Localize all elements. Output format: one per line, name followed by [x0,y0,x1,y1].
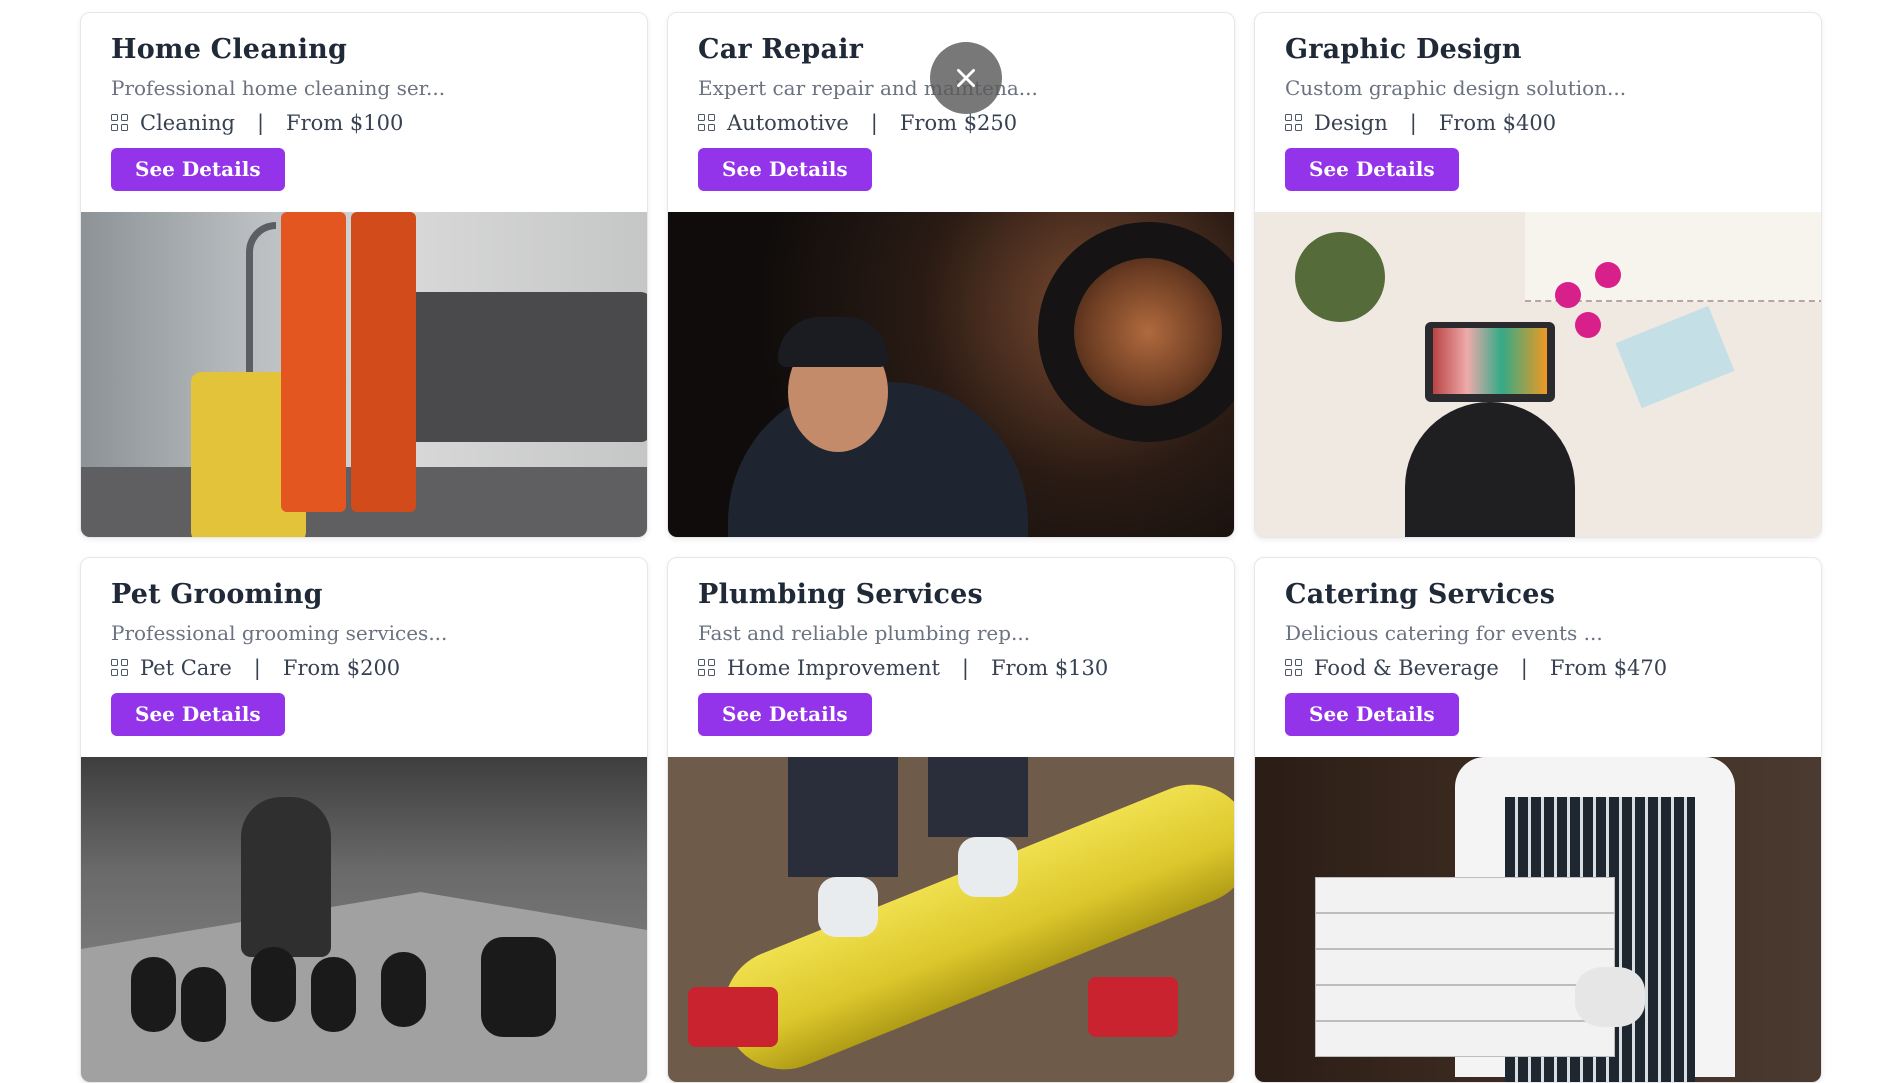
card-description: Custom graphic design solution... [1285,76,1627,100]
card-description: Professional grooming services... [111,621,448,645]
card-title: Catering Services [1285,579,1556,610]
card-body: Pet Grooming Professional grooming servi… [81,558,647,757]
meta-separator: | [256,111,265,135]
meta-separator: | [1409,111,1417,135]
card-description: Professional home cleaning ser... [111,76,446,100]
card-body: Plumbing Services Fast and reliable plum… [668,558,1234,757]
close-icon-glyph [957,69,975,87]
card-price: From $200 [282,656,401,680]
see-details-button[interactable]: See Details [111,693,285,736]
card-category: Home Improvement [727,656,940,680]
grid-icon [1285,114,1303,132]
card-body: Graphic Design Custom graphic design sol… [1255,13,1821,212]
card-price: From $400 [1438,111,1557,135]
close-icon[interactable] [930,42,1002,114]
card-title: Pet Grooming [111,579,323,610]
service-photo [1255,757,1821,1082]
service-photo [81,212,647,537]
grid-icon [1285,659,1303,677]
see-details-button[interactable]: See Details [1285,693,1459,736]
see-details-button[interactable]: See Details [1285,148,1459,191]
service-photo [668,757,1234,1082]
card-price: From $250 [899,111,1018,135]
card-meta: Automotive | From $250 [698,110,1204,136]
card-meta: Design | From $400 [1285,110,1791,136]
card-title: Graphic Design [1285,34,1522,65]
service-photo [81,757,647,1082]
meta-separator: | [961,656,969,680]
card-category: Design [1314,111,1388,135]
card-meta: Home Improvement | From $130 [698,655,1204,681]
card-description: Delicious catering for events ... [1285,621,1603,645]
service-photo [668,212,1234,537]
card-category: Pet Care [140,656,232,680]
service-card-home-cleaning: Home Cleaning Professional home cleaning… [80,12,648,538]
grid-icon [698,659,716,677]
see-details-button[interactable]: See Details [698,148,872,191]
see-details-button[interactable]: See Details [111,148,285,191]
card-title: Home Cleaning [111,34,348,65]
card-body: Car Repair Expert car repair and mainten… [668,13,1234,212]
card-title: Plumbing Services [698,579,983,610]
card-meta: Pet Care | From $200 [111,655,617,681]
card-price: From $100 [286,111,404,135]
card-meta: Food & Beverage | From $470 [1285,655,1791,681]
card-body: Home Cleaning Professional home cleaning… [81,13,647,212]
service-photo [1255,212,1821,537]
card-body: Catering Services Delicious catering for… [1255,558,1821,757]
card-category: Automotive [727,111,849,135]
card-category: Food & Beverage [1314,656,1499,680]
meta-separator: | [253,656,261,680]
service-card-plumbing-services: Plumbing Services Fast and reliable plum… [667,557,1235,1083]
service-card-pet-grooming: Pet Grooming Professional grooming servi… [80,557,648,1083]
card-category: Cleaning [140,111,235,135]
grid-icon [111,659,129,677]
meta-separator: | [870,111,878,135]
meta-separator: | [1520,656,1528,680]
card-description: Fast and reliable plumbing rep... [698,621,1031,645]
card-price: From $470 [1549,656,1668,680]
grid-icon [111,114,129,132]
see-details-button[interactable]: See Details [698,693,872,736]
card-price: From $130 [990,656,1109,680]
service-card-catering-services: Catering Services Delicious catering for… [1254,557,1822,1083]
grid-icon [698,114,716,132]
services-grid: Home Cleaning Professional home cleaning… [80,12,1822,1083]
card-meta: Cleaning | From $100 [111,110,617,136]
service-card-graphic-design: Graphic Design Custom graphic design sol… [1254,12,1822,538]
